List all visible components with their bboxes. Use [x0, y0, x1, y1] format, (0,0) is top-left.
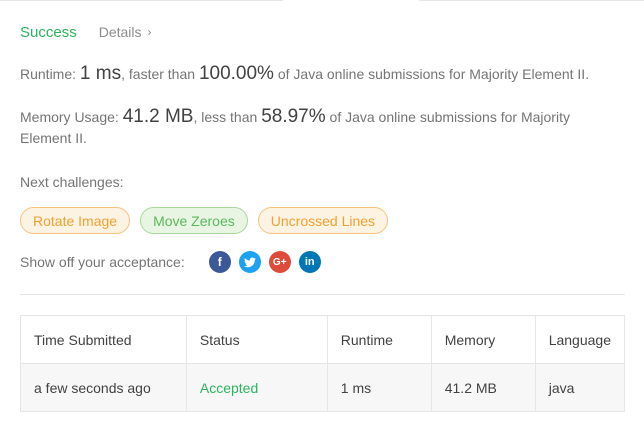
linkedin-icon[interactable]: in [298, 251, 321, 273]
challenge-rotate-image[interactable]: Rotate Image [20, 207, 131, 234]
status-label: Success [20, 24, 77, 41]
col-time-submitted[interactable]: Time Submitted [20, 315, 187, 364]
share-row: Show off your acceptance: f G+ in [20, 251, 329, 273]
col-status[interactable]: Status [185, 315, 328, 364]
col-runtime[interactable]: Runtime [326, 315, 432, 364]
memory-label: Memory Usage: [20, 109, 119, 125]
memory-stat: Memory Usage: 41.2 MB, less than 58.97% … [20, 106, 604, 149]
less-than-text: , less than [193, 109, 258, 125]
google-plus-icon[interactable]: G+ [268, 251, 291, 273]
col-language[interactable]: Language [534, 315, 626, 364]
challenge-move-zeroes[interactable]: Move Zeroes [140, 207, 248, 234]
table-row: a few seconds ago Accepted 1 ms 41.2 MB … [20, 363, 626, 412]
runtime-percent: 100.00% [198, 63, 274, 84]
facebook-icon[interactable]: f [208, 251, 231, 273]
runtime-label: Runtime: [20, 66, 77, 82]
runtime-suffix: of Java online submissions for Majority … [277, 66, 590, 82]
details-link[interactable]: Details › [99, 24, 152, 40]
details-label: Details [98, 24, 142, 40]
twitter-icon[interactable] [238, 251, 261, 273]
active-tab-indicator [283, 0, 419, 2]
cell-status-link[interactable]: Accepted [185, 363, 328, 412]
memory-percent: 58.97% [261, 106, 326, 127]
result-header: Success Details › [20, 24, 152, 44]
table-header-row: Time Submitted Status Runtime Memory Lan… [20, 315, 626, 364]
section-divider [20, 294, 625, 295]
cell-runtime: 1 ms [326, 363, 432, 412]
faster-than-text: , faster than [121, 66, 196, 82]
runtime-stat: Runtime: 1 ms, faster than 100.00% of Ja… [20, 63, 604, 85]
submissions-table: Time Submitted Status Runtime Memory Lan… [20, 315, 626, 412]
social-icons: f G+ in [208, 251, 329, 273]
col-memory[interactable]: Memory [430, 315, 536, 364]
next-challenges-label: Next challenges: [20, 174, 124, 190]
memory-value: 41.2 MB [122, 106, 194, 127]
chevron-right-icon: › [147, 25, 152, 39]
challenge-uncrossed-lines[interactable]: Uncrossed Lines [257, 207, 389, 234]
cell-time-submitted: a few seconds ago [20, 363, 187, 412]
cell-memory: 41.2 MB [430, 363, 536, 412]
cell-language: java [534, 363, 626, 412]
share-label: Show off your acceptance: [20, 254, 185, 270]
runtime-value: 1 ms [79, 63, 122, 84]
next-challenges-list: Rotate Image Move Zeroes Uncrossed Lines [20, 207, 398, 234]
